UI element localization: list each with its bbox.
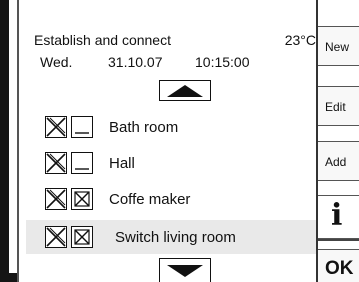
temperature-readout: 23°C: [284, 32, 316, 48]
new-button[interactable]: New: [318, 26, 359, 66]
datetime-header: Wed. 31.10.07 10:15:00: [40, 54, 302, 72]
device-frame: [0, 0, 9, 282]
crossed-checkbox-icon[interactable]: [71, 188, 93, 210]
list-item-selected[interactable]: Switch living room: [26, 220, 316, 254]
date-text: 31.10.07: [108, 54, 163, 70]
list-item[interactable]: Coffe maker: [26, 182, 316, 216]
touch-panel-screen: Establish and connect 23°C Wed. 31.10.07…: [0, 0, 359, 282]
list-item[interactable]: Bath room: [26, 110, 316, 144]
status-header: Establish and connect 23°C: [34, 32, 316, 50]
triangle-down-icon: [167, 264, 203, 277]
list-item-label: Bath room: [109, 119, 179, 136]
scroll-down-button[interactable]: [159, 258, 211, 282]
crossed-checkbox-icon[interactable]: [45, 116, 67, 138]
edit-button-label: Edit: [325, 100, 346, 114]
weekday-text: Wed.: [40, 54, 73, 70]
add-button[interactable]: Add: [318, 141, 359, 181]
connection-status-text: Establish and connect: [34, 32, 171, 48]
time-text: 10:15:00: [195, 54, 250, 70]
crossed-checkbox-icon[interactable]: [71, 226, 93, 248]
list-item-label: Coffe maker: [109, 191, 191, 208]
empty-checkbox-icon[interactable]: [71, 116, 93, 138]
list-item[interactable]: Hall: [26, 146, 316, 180]
device-frame-corner: [9, 273, 17, 282]
crossed-checkbox-icon[interactable]: [45, 188, 67, 210]
info-button[interactable]: i: [318, 195, 359, 239]
crossed-checkbox-icon[interactable]: [45, 152, 67, 174]
list-item-label: Hall: [109, 155, 135, 172]
crossed-checkbox-icon[interactable]: [45, 226, 67, 248]
scroll-up-button[interactable]: [159, 80, 211, 101]
add-button-label: Add: [325, 155, 347, 169]
edit-button[interactable]: Edit: [318, 86, 359, 126]
sidebar-separator: [318, 239, 359, 241]
triangle-up-icon: [167, 84, 203, 97]
new-button-label: New: [325, 40, 350, 54]
info-icon: i: [331, 198, 343, 233]
empty-checkbox-icon[interactable]: [71, 152, 93, 174]
ok-button[interactable]: OK: [318, 249, 359, 282]
ok-button-label: OK: [325, 258, 354, 279]
list-item-label: Switch living room: [115, 229, 236, 246]
